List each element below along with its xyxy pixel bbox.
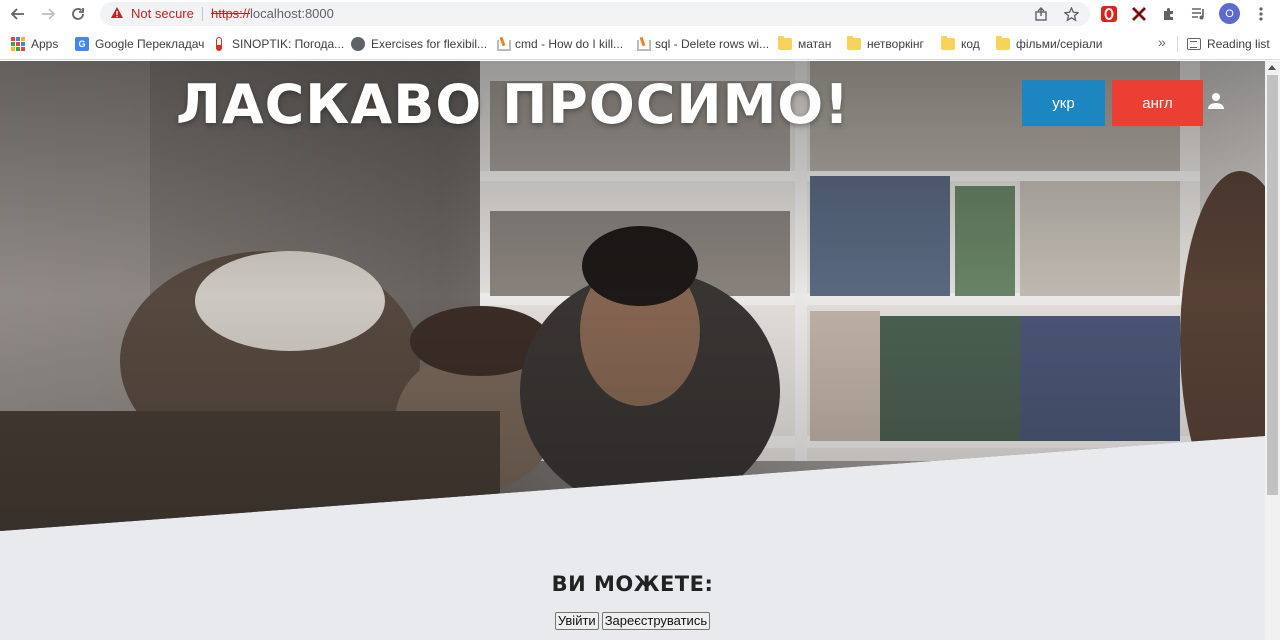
omnibox-divider	[202, 7, 203, 21]
hero-banner: ЛАСКАВО ПРОСИМО! укр англ	[0, 61, 1265, 531]
bookmark-label: cmd - How do I kill...	[515, 37, 624, 51]
bookmark-sinoptik[interactable]: SINOPTIK: Погода...	[212, 36, 344, 52]
media-queue-icon[interactable]	[1189, 4, 1209, 24]
bookmark-apps[interactable]: Apps	[11, 36, 58, 52]
url-host: localhost:8000	[250, 6, 334, 21]
security-status[interactable]: Not secure	[131, 6, 194, 21]
bookmark-folder-networking[interactable]: нетворкінг	[847, 36, 924, 52]
page-scrollbar[interactable]	[1265, 61, 1280, 640]
share-icon[interactable]	[1032, 5, 1050, 23]
globe-icon	[351, 37, 365, 51]
address-bar[interactable]: Not secure https://localhost:8000	[100, 2, 1090, 26]
bookmark-google-translate[interactable]: G Google Перекладач	[75, 36, 204, 52]
register-button[interactable]: Зареєструватись	[601, 612, 711, 630]
bookmark-label: нетворкінг	[867, 37, 924, 51]
thermometer-icon	[216, 37, 222, 51]
url-scheme: https://	[211, 6, 251, 21]
x-extension-icon[interactable]	[1129, 4, 1149, 24]
puzzle-extensions-icon[interactable]	[1159, 4, 1179, 24]
bookmark-folder-movies[interactable]: фільми/серіали	[996, 36, 1102, 52]
folder-icon	[847, 36, 861, 50]
google-translate-icon: G	[75, 37, 89, 51]
bookmark-label: SINOPTIK: Погода...	[232, 37, 345, 51]
warning-icon	[111, 7, 123, 18]
scrollbar-thumb[interactable]	[1267, 75, 1278, 495]
profile-avatar[interactable]: O	[1219, 3, 1240, 24]
folder-icon	[996, 36, 1010, 50]
bookmark-exercises[interactable]: Exercises for flexibil...	[351, 36, 487, 52]
lang-ukr-button[interactable]: укр	[1022, 80, 1105, 126]
browser-menu-icon[interactable]	[1250, 3, 1272, 25]
url-text[interactable]: https://localhost:8000	[211, 6, 334, 21]
more-bookmarks-chevron-icon[interactable]: »	[1158, 34, 1166, 50]
reading-list-icon	[1187, 38, 1201, 50]
bookmark-label: Google Перекладач	[95, 37, 205, 51]
bookmark-cmd-kill[interactable]: cmd - How do I kill...	[495, 36, 623, 52]
bookmarks-bar: Apps G Google Перекладач SINOPTIK: Погод…	[0, 28, 1280, 60]
bookmark-star-icon[interactable]	[1062, 5, 1080, 23]
bookmark-folder-code[interactable]: код	[941, 36, 980, 52]
apps-grid-icon	[11, 37, 25, 51]
folder-icon	[778, 36, 792, 50]
reading-list-button[interactable]: Reading list	[1187, 36, 1270, 52]
user-account-icon[interactable]	[1207, 92, 1225, 110]
login-button[interactable]: Увійти	[554, 612, 599, 630]
bookmark-label: фільми/серіали	[1016, 37, 1103, 51]
forward-icon[interactable]	[37, 3, 59, 25]
back-icon[interactable]	[7, 3, 29, 25]
stackoverflow-icon	[635, 37, 651, 51]
page-viewport: ЛАСКАВО ПРОСИМО! укр англ ВИ МОЖЕТЕ: Уві…	[0, 61, 1265, 640]
opera-extension-icon[interactable]	[1099, 4, 1119, 24]
bookmark-label: Apps	[31, 37, 59, 51]
bookmark-sql-delete[interactable]: sql - Delete rows wi...	[635, 36, 769, 52]
stackoverflow-icon	[495, 37, 511, 51]
bookmarks-divider	[1177, 36, 1178, 52]
bookmark-label: код	[961, 37, 980, 51]
you-can-heading: ВИ МОЖЕТЕ:	[551, 572, 714, 596]
reading-list-label: Reading list	[1207, 37, 1270, 51]
browser-toolbar: Not secure https://localhost:8000 O	[0, 0, 1280, 28]
lang-eng-button[interactable]: англ	[1112, 80, 1203, 126]
bookmark-label: sql - Delete rows wi...	[655, 37, 770, 51]
auth-button-row: Увійти Зареєструватись	[0, 612, 1265, 630]
folder-icon	[941, 36, 955, 50]
scroll-up-icon[interactable]	[1268, 65, 1276, 70]
bookmark-label: Exercises for flexibil...	[371, 37, 488, 51]
bookmark-label: матан	[798, 37, 832, 51]
bookmark-folder-matan[interactable]: матан	[778, 36, 831, 52]
welcome-title: ЛАСКАВО ПРОСИМО!	[176, 73, 850, 136]
reload-icon[interactable]	[67, 3, 89, 25]
